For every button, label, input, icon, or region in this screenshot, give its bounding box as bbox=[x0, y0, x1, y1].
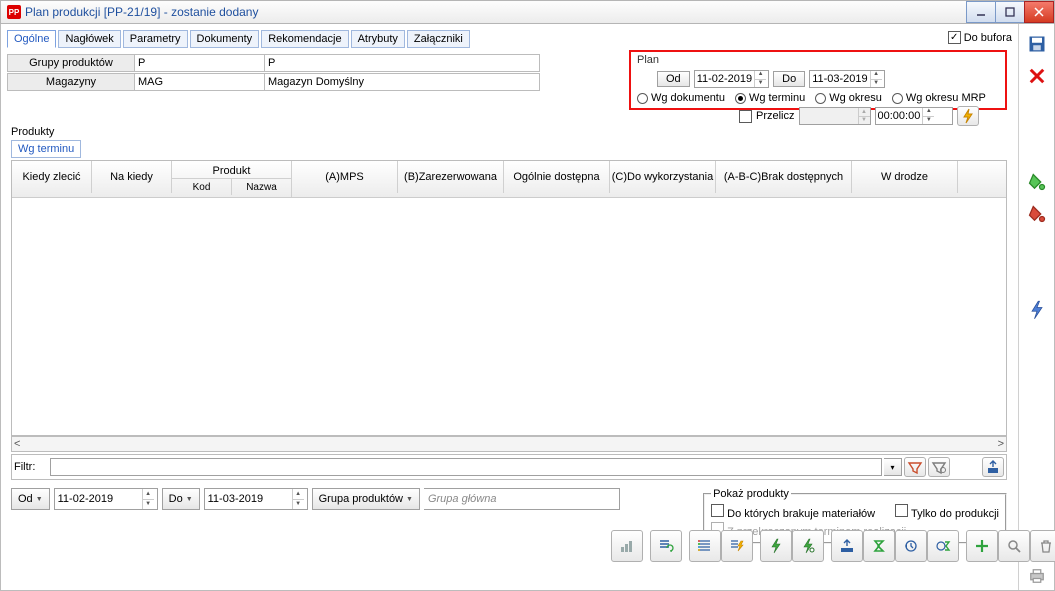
plan-do-button[interactable]: Do bbox=[773, 71, 805, 87]
grupy-produktow-name[interactable]: P bbox=[265, 54, 540, 72]
plan-od-button[interactable]: Od bbox=[657, 71, 690, 87]
tab-naglowek[interactable]: Nagłówek bbox=[58, 30, 120, 48]
right-sidebar bbox=[1018, 24, 1054, 590]
main-tabs: Ogólne Nagłówek Parametry Dokumenty Reko… bbox=[7, 30, 1012, 48]
magazyny-label[interactable]: Magazyny bbox=[7, 73, 135, 91]
filtr-dropdown[interactable]: ▾ bbox=[884, 458, 902, 476]
toolbar-list-lines-icon[interactable] bbox=[689, 530, 721, 562]
pokaz-legend: Pokaż produkty bbox=[711, 488, 791, 500]
col-abc-brak: (A-B-C)Brak dostępnych bbox=[716, 161, 852, 193]
sidebar-save-icon[interactable] bbox=[1023, 30, 1051, 58]
radio-wg-dokumentu[interactable]: Wg dokumentu bbox=[637, 92, 725, 104]
bottom-grupa-button[interactable]: Grupa produktów▼ bbox=[312, 488, 420, 510]
plan-do-date[interactable]: 11-03-2019▲▼ bbox=[809, 70, 884, 88]
tab-atrybuty[interactable]: Atrybuty bbox=[351, 30, 405, 48]
toolbar-insert-icon[interactable] bbox=[831, 530, 863, 562]
sidebar-print-icon[interactable] bbox=[1023, 562, 1051, 590]
plan-legend: Plan bbox=[637, 54, 999, 66]
przelicz-label: Przelicz bbox=[756, 110, 795, 122]
plan-fieldset: Plan Od 11-02-2019▲▼ Do 11-03-2019▲▼ Wg … bbox=[629, 50, 1007, 110]
tab-zalaczniki[interactable]: Załączniki bbox=[407, 30, 470, 48]
minimize-button[interactable] bbox=[966, 1, 996, 23]
toolbar-sigma-icon[interactable] bbox=[863, 530, 895, 562]
toolbar-search-icon[interactable] bbox=[998, 530, 1030, 562]
grid-scrollbar-h[interactable]: <> bbox=[11, 436, 1007, 452]
toolbar-list-refresh-icon[interactable] bbox=[650, 530, 682, 562]
col-nazwa[interactable]: Nazwa bbox=[232, 179, 291, 195]
toolbar-chart-icon[interactable] bbox=[611, 530, 643, 562]
grupy-produktow-code[interactable]: P bbox=[135, 54, 265, 72]
col-ogolnie-dostepna: Ogólnie dostępna bbox=[504, 161, 610, 193]
bottom-do-date[interactable]: 11-03-2019▲▼ bbox=[204, 488, 308, 510]
bottom-do-button[interactable]: Do▼ bbox=[162, 488, 200, 510]
grupy-produktow-label[interactable]: Grupy produktów bbox=[7, 54, 135, 72]
filtr-label: Filtr: bbox=[14, 461, 48, 473]
filtr-export-icon[interactable] bbox=[982, 457, 1004, 477]
toolbar-add-icon[interactable] bbox=[966, 530, 998, 562]
toolbar-lightning-green2-icon[interactable] bbox=[792, 530, 824, 562]
lightning-icon[interactable] bbox=[957, 106, 979, 126]
bottom-od-date[interactable]: 11-02-2019▲▼ bbox=[54, 488, 158, 510]
produkty-label: Produkty bbox=[11, 126, 54, 138]
col-w-drodze: W drodze bbox=[852, 161, 958, 193]
toolbar-history-icon[interactable] bbox=[895, 530, 927, 562]
chk-brakuje-materialow[interactable] bbox=[711, 504, 724, 517]
dobufora-checkbox[interactable] bbox=[948, 31, 961, 44]
bottom-grupa-value[interactable]: Grupa główna bbox=[424, 488, 620, 510]
tab-parametry[interactable]: Parametry bbox=[123, 30, 188, 48]
bottom-toolbar bbox=[611, 530, 1055, 562]
sidebar-lightning-blue-icon[interactable] bbox=[1023, 296, 1051, 324]
maximize-button[interactable] bbox=[995, 1, 1025, 23]
plan-od-date[interactable]: 11-02-2019▲▼ bbox=[694, 70, 769, 88]
przelicz-time[interactable]: 00:00:00▲▼ bbox=[875, 107, 953, 125]
dobufora-label: Do bufora bbox=[964, 32, 1012, 44]
tab-dokumenty[interactable]: Dokumenty bbox=[190, 30, 260, 48]
col-produkt[interactable]: Produkt Kod Nazwa bbox=[172, 161, 292, 197]
col-c-do-wykorzystania: (C)Do wykorzystania bbox=[610, 161, 716, 193]
sidebar-delete-icon[interactable] bbox=[1023, 62, 1051, 90]
przelicz-checkbox[interactable] bbox=[739, 110, 752, 123]
col-a-mps: (A)MPS bbox=[292, 161, 398, 193]
window-title: Plan produkcji [PP-21/19] - zostanie dod… bbox=[25, 5, 258, 19]
sidebar-pour-green-icon[interactable] bbox=[1023, 168, 1051, 196]
radio-wg-okresu-mrp[interactable]: Wg okresu MRP bbox=[892, 92, 986, 104]
app-icon: PP bbox=[7, 5, 21, 19]
filtr-edit-icon[interactable] bbox=[928, 457, 950, 477]
tab-ogolne[interactable]: Ogólne bbox=[7, 30, 56, 48]
toolbar-list-lightning-icon[interactable] bbox=[721, 530, 753, 562]
toolbar-lightning-green-icon[interactable] bbox=[760, 530, 792, 562]
subtab-wg-terminu[interactable]: Wg terminu bbox=[11, 140, 81, 158]
produkty-grid[interactable]: Kiedy zlecić Na kiedy Produkt Kod Nazwa … bbox=[11, 160, 1007, 436]
radio-wg-terminu[interactable]: Wg terminu bbox=[735, 92, 805, 104]
bottom-od-button[interactable]: Od▼ bbox=[11, 488, 50, 510]
chk-tylko-do-produkcji[interactable] bbox=[895, 504, 908, 517]
close-button[interactable] bbox=[1024, 1, 1054, 23]
magazyny-name[interactable]: Magazyn Domyślny bbox=[265, 73, 540, 91]
radio-wg-okresu[interactable]: Wg okresu bbox=[815, 92, 882, 104]
magazyny-code[interactable]: MAG bbox=[135, 73, 265, 91]
sidebar-pour-red-icon[interactable] bbox=[1023, 200, 1051, 228]
tab-rekomendacje[interactable]: Rekomendacje bbox=[261, 30, 348, 48]
col-kod[interactable]: Kod bbox=[172, 179, 232, 195]
window-titlebar: PP Plan produkcji [PP-21/19] - zostanie … bbox=[0, 0, 1055, 24]
filtr-input[interactable] bbox=[50, 458, 882, 476]
toolbar-history-sigma-icon[interactable] bbox=[927, 530, 959, 562]
toolbar-trash-icon[interactable] bbox=[1030, 530, 1055, 562]
col-b-zarezerwowana: (B)Zarezerwowana bbox=[398, 161, 504, 193]
przelicz-value[interactable]: ▲▼ bbox=[799, 107, 871, 125]
filtr-clear-icon[interactable] bbox=[904, 457, 926, 477]
col-na-kiedy: Na kiedy bbox=[92, 161, 172, 193]
col-kiedy-zlecic: Kiedy zlecić bbox=[12, 161, 92, 193]
